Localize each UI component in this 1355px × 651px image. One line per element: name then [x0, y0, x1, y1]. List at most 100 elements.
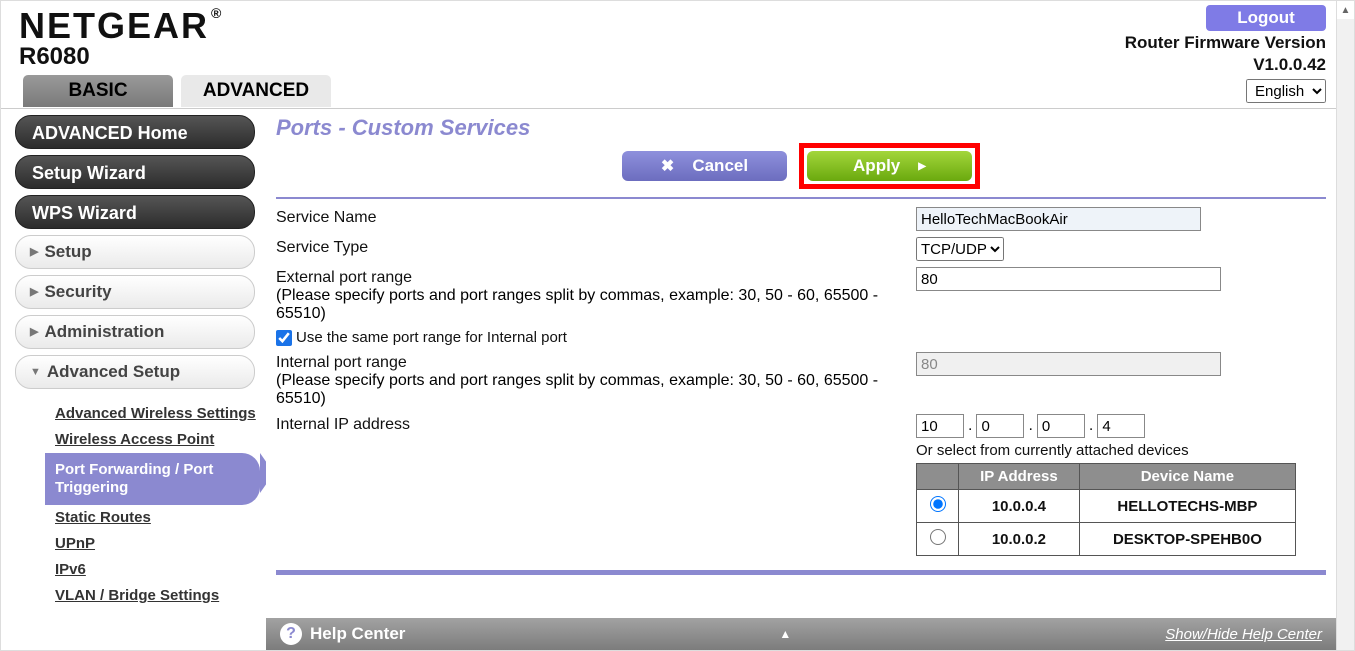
viewport: NETGEAR® R6080 Logout Router Firmware Ve… — [0, 0, 1355, 651]
help-toggle-link[interactable]: Show/Hide Help Center — [1165, 626, 1322, 643]
label-int-port: Internal port range — [276, 352, 916, 372]
chevron-up-icon[interactable]: ▲ — [779, 627, 791, 641]
input-service-name[interactable] — [916, 207, 1201, 231]
dev-th-select — [917, 464, 959, 490]
tab-advanced[interactable]: ADVANCED — [181, 75, 331, 107]
scrollbar-up-icon[interactable]: ▲ — [1337, 1, 1354, 19]
page-scrollbar[interactable]: ▲ — [1336, 1, 1354, 650]
input-ip-oct-3[interactable] — [1037, 414, 1085, 438]
cell-name-1: HELLOTECHS-MBP — [1079, 490, 1295, 523]
logo-word: NETGEAR — [19, 5, 209, 47]
sidebar-item-label: Security — [44, 275, 111, 309]
table-row: 10.0.0.4 HELLOTECHS-MBP — [917, 490, 1296, 523]
input-ip-oct-2[interactable] — [976, 414, 1024, 438]
logo-block: NETGEAR® R6080 — [19, 5, 223, 75]
device-table: IP Address Device Name 10.0.0.4 HELLOTEC… — [916, 463, 1296, 556]
subnav-adv-wireless[interactable]: Advanced Wireless Settings — [55, 401, 258, 427]
close-icon: ✖ — [661, 156, 674, 176]
cancel-label: Cancel — [692, 156, 748, 176]
ip-dot: . — [1089, 417, 1093, 435]
checkbox-same-port[interactable] — [276, 330, 292, 346]
model-number: R6080 — [19, 43, 223, 71]
apply-button[interactable]: Apply ▶ — [807, 151, 972, 181]
input-ip-oct-1[interactable] — [916, 414, 964, 438]
help-icon: ? — [280, 623, 302, 645]
ip-dot: . — [968, 417, 972, 435]
sidebar-subnav: Advanced Wireless Settings Wireless Acce… — [15, 395, 258, 615]
logout-button[interactable]: Logout — [1206, 5, 1326, 31]
dev-th-ip: IP Address — [959, 464, 1080, 490]
separator — [276, 570, 1326, 575]
label-same-port: Use the same port range for Internal por… — [296, 329, 567, 346]
note-ext-port: (Please specify ports and port ranges sp… — [276, 287, 916, 323]
chevron-right-icon — [30, 275, 38, 309]
sidebar-item-security[interactable]: Security — [15, 275, 255, 309]
cell-ip-2: 10.0.0.2 — [959, 523, 1080, 556]
dev-th-name: Device Name — [1079, 464, 1295, 490]
int-port-block: Internal port range (Please specify port… — [276, 352, 916, 408]
sidebar-item-setup[interactable]: Setup — [15, 235, 255, 269]
panel-title: Ports - Custom Services — [276, 115, 1326, 141]
chevron-right-icon — [30, 235, 38, 269]
sidebar: ADVANCED Home Setup Wizard WPS Wizard Se… — [1, 109, 266, 650]
label-service-name: Service Name — [276, 207, 916, 227]
header: NETGEAR® R6080 Logout Router Firmware Ve… — [1, 1, 1336, 75]
sidebar-item-advanced-home[interactable]: ADVANCED Home — [15, 115, 255, 149]
sidebar-item-advanced-setup[interactable]: Advanced Setup — [15, 355, 255, 389]
input-ext-port[interactable] — [916, 267, 1221, 291]
int-ip-block: . . . Or select from currently attached … — [916, 414, 1326, 556]
input-ip-oct-4[interactable] — [1097, 414, 1145, 438]
form-grid: Service Name Service Type TCP/UDP Extern… — [276, 207, 1326, 556]
chevron-down-icon — [30, 355, 41, 389]
or-select-text: Or select from currently attached device… — [916, 442, 1326, 459]
main-panel: Ports - Custom Services ✖ Cancel Apply ▶ — [266, 109, 1336, 650]
label-ext-port: External port range — [276, 267, 916, 287]
tab-row: BASIC ADVANCED English — [1, 75, 1336, 108]
content-area: NETGEAR® R6080 Logout Router Firmware Ve… — [1, 1, 1336, 650]
same-port-row: Use the same port range for Internal por… — [276, 329, 1326, 346]
sidebar-item-label: Advanced Setup — [47, 355, 180, 389]
table-row: 10.0.0.2 DESKTOP-SPEHB0O — [917, 523, 1296, 556]
ip-dot: . — [1028, 417, 1032, 435]
subnav-ipv6[interactable]: IPv6 — [55, 557, 258, 583]
help-bar: ? Help Center ▲ Show/Hide Help Center — [266, 618, 1336, 650]
help-left: ? Help Center — [280, 623, 405, 645]
logo-text: NETGEAR® — [19, 5, 223, 47]
label-service-type: Service Type — [276, 237, 916, 257]
cell-name-2: DESKTOP-SPEHB0O — [1079, 523, 1295, 556]
sidebar-item-label: Administration — [44, 315, 164, 349]
subnav-static-routes[interactable]: Static Routes — [55, 505, 258, 531]
button-row: ✖ Cancel Apply ▶ — [276, 143, 1326, 199]
subnav-upnp[interactable]: UPnP — [55, 531, 258, 557]
label-int-ip: Internal IP address — [276, 414, 916, 434]
note-int-port: (Please specify ports and port ranges sp… — [276, 372, 916, 408]
sidebar-item-setup-wizard[interactable]: Setup Wizard — [15, 155, 255, 189]
language-select[interactable]: English — [1246, 79, 1326, 103]
ip-row: . . . — [916, 414, 1326, 438]
apply-label: Apply — [853, 156, 900, 176]
apply-highlight-box: Apply ▶ — [799, 143, 980, 189]
firmware-label: Router Firmware Version — [1125, 33, 1326, 53]
tabs: BASIC ADVANCED — [23, 75, 331, 107]
help-title: Help Center — [310, 624, 405, 644]
scrollbar-track[interactable] — [1337, 19, 1354, 650]
play-icon: ▶ — [918, 161, 926, 172]
tab-basic[interactable]: BASIC — [23, 75, 173, 107]
select-service-type[interactable]: TCP/UDP — [916, 237, 1004, 261]
sidebar-item-administration[interactable]: Administration — [15, 315, 255, 349]
cancel-button[interactable]: ✖ Cancel — [622, 151, 787, 181]
subnav-vlan-bridge[interactable]: VLAN / Bridge Settings — [55, 583, 258, 609]
input-int-port — [916, 352, 1221, 376]
header-right: Logout Router Firmware Version V1.0.0.42 — [1125, 5, 1326, 75]
body-columns: ADVANCED Home Setup Wizard WPS Wizard Se… — [1, 108, 1336, 650]
logo-registered-icon: ® — [211, 5, 223, 21]
subnav-port-forwarding[interactable]: Port Forwarding / Port Triggering — [45, 453, 260, 505]
main-inner: Ports - Custom Services ✖ Cancel Apply ▶ — [266, 109, 1336, 618]
ext-port-block: External port range (Please specify port… — [276, 267, 916, 323]
radio-device-2[interactable] — [930, 529, 946, 545]
cell-ip-1: 10.0.0.4 — [959, 490, 1080, 523]
chevron-right-icon — [30, 315, 38, 349]
sidebar-item-wps-wizard[interactable]: WPS Wizard — [15, 195, 255, 229]
subnav-wireless-ap[interactable]: Wireless Access Point — [55, 427, 258, 453]
radio-device-1[interactable] — [930, 496, 946, 512]
